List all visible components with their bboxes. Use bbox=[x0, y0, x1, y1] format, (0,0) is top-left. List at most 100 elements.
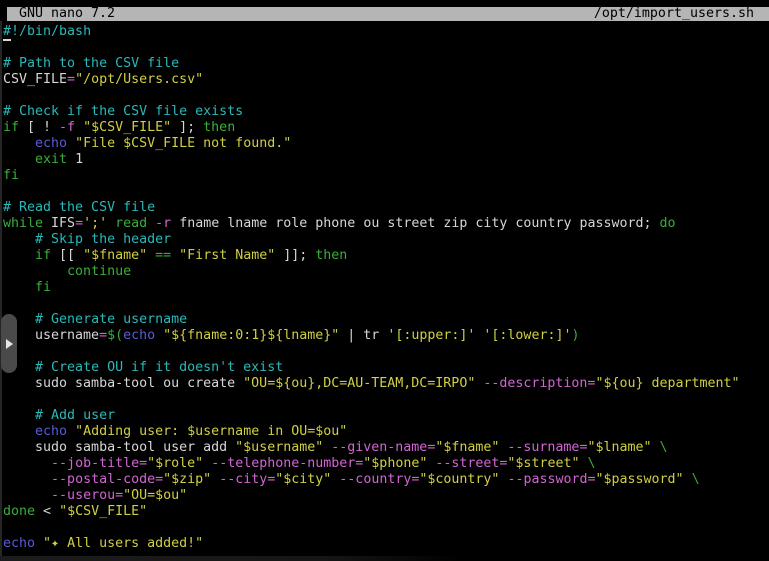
code-segment: continue bbox=[67, 264, 131, 279]
code-segment bbox=[684, 472, 692, 487]
code-segment bbox=[211, 472, 219, 487]
window-bottom-edge bbox=[0, 556, 461, 561]
code-segment: echo bbox=[123, 328, 155, 343]
code-segment bbox=[652, 440, 660, 455]
code-segment: "$zip" bbox=[163, 472, 211, 487]
code-segment: then bbox=[203, 120, 235, 135]
code-segment: "$CSV_FILE" bbox=[59, 504, 147, 519]
code-segment: echo bbox=[35, 424, 67, 439]
code-segment: '[:lower:]' bbox=[483, 328, 571, 343]
code-segment bbox=[3, 424, 35, 439]
code-segment: = bbox=[75, 216, 83, 231]
code-segment: --street= bbox=[435, 456, 507, 471]
code-segment: # Skip the header bbox=[35, 232, 171, 247]
code-segment: \ bbox=[692, 472, 700, 487]
window-top-edge bbox=[0, 0, 769, 7]
code-segment: ]]; bbox=[275, 248, 315, 263]
code-segment: "$fname" bbox=[435, 440, 499, 455]
code-segment: \ bbox=[588, 456, 596, 471]
code-segment bbox=[3, 408, 35, 423]
code-segment: do bbox=[660, 216, 676, 231]
code-line bbox=[3, 184, 740, 200]
code-segment bbox=[3, 152, 35, 167]
code-line: username=$(echo "${fname:0:1}${lname}" |… bbox=[3, 328, 740, 344]
code-segment: --surname= bbox=[507, 440, 587, 455]
code-segment: then bbox=[315, 248, 347, 263]
code-segment: done bbox=[3, 504, 35, 519]
expand-right-icon bbox=[6, 339, 13, 349]
code-segment bbox=[107, 216, 115, 231]
code-segment: 1 bbox=[67, 152, 83, 167]
code-segment: --description= bbox=[483, 376, 595, 391]
code-segment bbox=[3, 264, 67, 279]
code-segment: # Add user bbox=[35, 408, 115, 423]
code-segment bbox=[203, 456, 211, 471]
code-segment: "First Name" bbox=[179, 248, 275, 263]
code-segment: "/opt/Users.csv" bbox=[75, 72, 203, 87]
code-line: fi bbox=[3, 280, 740, 296]
code-segment: "${ou} department" bbox=[595, 376, 739, 391]
code-line: if [[ "$fname" == "First Name" ]]; then bbox=[3, 248, 740, 264]
code-segment bbox=[3, 472, 51, 487]
code-line: done < "$CSV_FILE" bbox=[3, 504, 740, 520]
code-segment: !/bin/bash bbox=[11, 24, 91, 39]
code-segment: = bbox=[67, 72, 75, 87]
code-segment: username bbox=[3, 328, 99, 343]
code-segment: CSV_FILE bbox=[3, 72, 67, 87]
code-segment: # Generate username bbox=[35, 312, 187, 327]
code-segment: "$fname" bbox=[83, 248, 147, 263]
code-segment: IFS bbox=[43, 216, 75, 231]
code-segment: "$username" bbox=[235, 440, 323, 455]
code-line: if [ ! -f "$CSV_FILE" ]; then bbox=[3, 120, 740, 136]
code-segment: -f bbox=[59, 120, 75, 135]
code-line: --postal-code="$zip" --city="$city" --co… bbox=[3, 472, 740, 488]
code-segment: "OU=$ou" bbox=[123, 488, 187, 503]
code-line bbox=[3, 88, 740, 104]
code-segment: # Check if the CSV file exists bbox=[3, 104, 243, 119]
file-path: /opt/import_users.sh bbox=[594, 7, 754, 21]
code-segment: [ ! bbox=[19, 120, 59, 135]
code-segment: read bbox=[115, 216, 147, 231]
code-segment: fi bbox=[35, 280, 51, 295]
code-line: echo "Adding user: $username in OU=$ou" bbox=[3, 424, 740, 440]
code-segment bbox=[171, 248, 179, 263]
code-segment bbox=[67, 424, 75, 439]
code-segment bbox=[3, 456, 51, 471]
code-line: # Check if the CSV file exists bbox=[3, 104, 740, 120]
code-line: # Path to the CSV file bbox=[3, 56, 740, 72]
app-title: GNU nano 7.2 bbox=[19, 7, 115, 21]
code-segment: < bbox=[35, 504, 59, 519]
code-segment: '[:upper:]' bbox=[387, 328, 475, 343]
code-segment: "${fname:0:1}${lname}" bbox=[163, 328, 339, 343]
code-segment: # Path to the CSV file bbox=[3, 56, 179, 71]
code-segment: -r bbox=[155, 216, 171, 231]
code-segment: | tr bbox=[339, 328, 387, 343]
code-line: sudo samba-tool ou create "OU=${ou},DC=A… bbox=[3, 376, 740, 392]
code-segment: = bbox=[99, 328, 107, 343]
titlebar-corner-notch bbox=[0, 0, 7, 21]
code-segment: ';' bbox=[83, 216, 107, 231]
code-segment: --country= bbox=[339, 472, 419, 487]
code-segment: --given-name= bbox=[331, 440, 435, 455]
code-segment bbox=[35, 536, 43, 551]
control-bar-handle[interactable] bbox=[1, 314, 17, 373]
code-segment: "✦ All users added!" bbox=[43, 536, 203, 551]
code-line: continue bbox=[3, 264, 740, 280]
code-segment: echo bbox=[35, 136, 67, 151]
code-segment: # Read the CSV file bbox=[3, 200, 155, 215]
code-segment: "File $CSV_FILE not found." bbox=[75, 136, 291, 151]
code-segment: --userou= bbox=[51, 488, 123, 503]
code-segment: "OU=${ou},DC=AU-TEAM,DC=IRPO" bbox=[243, 376, 475, 391]
code-segment: --job-title= bbox=[51, 456, 147, 471]
code-line: echo "File $CSV_FILE not found." bbox=[3, 136, 740, 152]
code-segment: "$CSV_FILE" bbox=[83, 120, 171, 135]
code-segment: if bbox=[3, 120, 19, 135]
code-segment: ]; bbox=[171, 120, 203, 135]
code-segment: echo bbox=[3, 536, 35, 551]
code-segment: sudo samba-tool ou create bbox=[3, 376, 243, 391]
code-line: #!/bin/bash bbox=[3, 24, 740, 40]
code-segment bbox=[155, 328, 163, 343]
editor-content[interactable]: #!/bin/bash # Path to the CSV fileCSV_FIL… bbox=[3, 24, 740, 552]
code-line: # Generate username bbox=[3, 312, 740, 328]
code-segment bbox=[3, 280, 35, 295]
